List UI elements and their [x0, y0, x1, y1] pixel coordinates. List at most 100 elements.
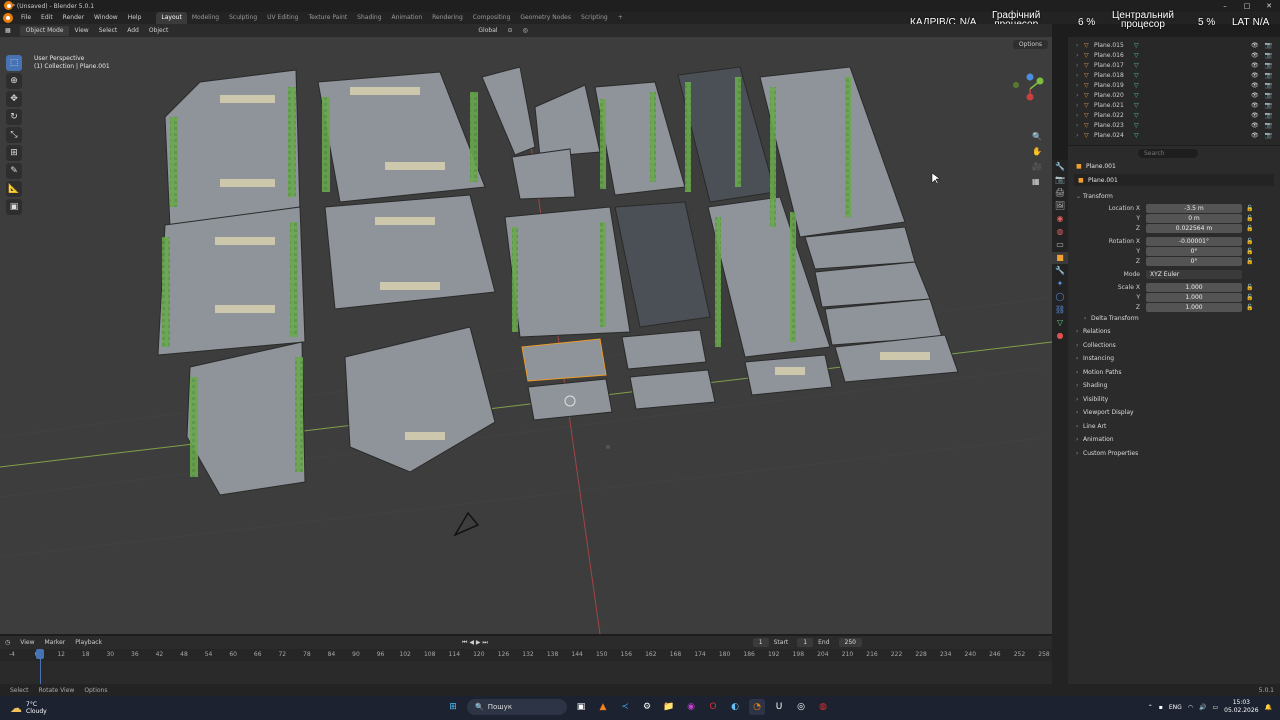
- playhead-handle[interactable]: [36, 649, 44, 659]
- lock-icon[interactable]: 🔓: [1246, 284, 1253, 291]
- move-tool-icon[interactable]: ✥: [6, 91, 22, 107]
- lock-icon[interactable]: 🔓: [1246, 248, 1253, 255]
- rotation-y-field[interactable]: 0°: [1146, 246, 1242, 256]
- outliner-item-name[interactable]: Plane.020: [1094, 92, 1134, 99]
- object-mode-dropdown[interactable]: Object Mode: [19, 25, 70, 36]
- language-indicator[interactable]: ENG: [1169, 704, 1182, 711]
- particles-tab-icon[interactable]: ✦: [1052, 278, 1068, 290]
- menu-render[interactable]: Render: [58, 12, 89, 24]
- frame-ruler[interactable]: -461218303642485460667278849096102108114…: [0, 649, 1052, 661]
- timeline-menu-playback[interactable]: Playback: [70, 639, 107, 646]
- outliner-row[interactable]: › ▽ Plane.022 ▽ 👁 📷: [1068, 110, 1280, 120]
- workspace-tab-sculpting[interactable]: Sculpting: [224, 12, 262, 24]
- physics-tab-icon[interactable]: ◯: [1052, 291, 1068, 303]
- lock-icon[interactable]: 🔓: [1246, 215, 1253, 222]
- outliner-row[interactable]: › ▽ Plane.019 ▽ 👁 📷: [1068, 80, 1280, 90]
- transform-section-header[interactable]: ⌄ Transform: [1068, 190, 1280, 203]
- lock-icon[interactable]: 🔓: [1246, 258, 1253, 265]
- expand-arrow-icon[interactable]: ›: [1076, 62, 1084, 69]
- view-layer-tab-icon[interactable]: 🖼: [1052, 200, 1068, 212]
- outliner-item-name[interactable]: Plane.018: [1094, 72, 1134, 79]
- visibility-toggle-icons[interactable]: 👁 📷: [1251, 122, 1274, 129]
- blender-menu-icon[interactable]: [3, 13, 13, 23]
- property-section-header[interactable]: › Motion Paths: [1068, 366, 1280, 380]
- viewport-menu-view[interactable]: View: [69, 24, 93, 37]
- property-section-header[interactable]: › Instancing: [1068, 352, 1280, 366]
- property-section-header[interactable]: › Viewport Display: [1068, 406, 1280, 420]
- outliner-row[interactable]: › ▽ Plane.023 ▽ 👁 📷: [1068, 120, 1280, 130]
- lock-icon[interactable]: 🔓: [1246, 205, 1253, 212]
- snap-icon[interactable]: ⊙: [503, 24, 518, 37]
- scale-x-field[interactable]: 1.000: [1146, 282, 1242, 292]
- expand-arrow-icon[interactable]: ›: [1076, 112, 1084, 119]
- rotate-tool-icon[interactable]: ↻: [6, 109, 22, 125]
- visibility-toggle-icons[interactable]: 👁 📷: [1251, 92, 1274, 99]
- menu-help[interactable]: Help: [123, 12, 147, 24]
- viewport-menu-add[interactable]: Add: [122, 24, 144, 37]
- properties-search-input[interactable]: Search: [1138, 148, 1198, 158]
- location-z-field[interactable]: 0.022564 m: [1146, 223, 1242, 233]
- editor-type-icon[interactable]: ▦: [0, 24, 16, 37]
- scale-tool-icon[interactable]: ⤡: [6, 127, 22, 143]
- pan-hand-icon[interactable]: ✋: [1032, 144, 1046, 159]
- expand-arrow-icon[interactable]: ›: [1076, 42, 1084, 49]
- material-tab-icon[interactable]: ●: [1052, 330, 1068, 342]
- outliner-item-name[interactable]: Plane.015: [1094, 42, 1134, 49]
- select-box-tool-icon[interactable]: ⬚: [6, 55, 22, 71]
- outliner-item-name[interactable]: Plane.016: [1094, 52, 1134, 59]
- rotation-z-field[interactable]: 0°: [1146, 256, 1242, 266]
- visibility-toggle-icons[interactable]: 👁 📷: [1251, 42, 1274, 49]
- property-section-header[interactable]: › Visibility: [1068, 393, 1280, 407]
- workspace-tab-uv-editing[interactable]: UV Editing: [262, 12, 303, 24]
- taskbar-search[interactable]: 🔍 Пошук: [467, 699, 567, 715]
- workspace-tab-animation[interactable]: Animation: [387, 12, 428, 24]
- outliner-row[interactable]: › ▽ Plane.015 ▽ 👁 📷: [1068, 40, 1280, 50]
- property-section-header[interactable]: › Custom Properties: [1068, 447, 1280, 461]
- menu-file[interactable]: File: [16, 12, 36, 24]
- expand-arrow-icon[interactable]: ›: [1076, 92, 1084, 99]
- play-controls[interactable]: ⏮ ◀ ▶ ⏭: [457, 639, 493, 647]
- outliner-row[interactable]: › ▽ Plane.021 ▽ 👁 📷: [1068, 100, 1280, 110]
- current-frame-field[interactable]: 1: [752, 638, 769, 647]
- outliner-item-name[interactable]: Plane.022: [1094, 112, 1134, 119]
- modifier-tab-icon[interactable]: 🔧: [1052, 265, 1068, 277]
- workspace-tab-layout[interactable]: Layout: [156, 12, 187, 24]
- transform-orientation-dropdown[interactable]: Global: [473, 24, 502, 37]
- visibility-toggle-icons[interactable]: 👁 📷: [1251, 72, 1274, 79]
- location-x-field[interactable]: -3.5 m: [1146, 203, 1242, 213]
- tool-tab-icon[interactable]: 🔧: [1052, 161, 1068, 173]
- battery-icon[interactable]: ▭: [1212, 704, 1218, 711]
- settings-gear-icon[interactable]: ⚙: [639, 699, 655, 715]
- tray-app-icon[interactable]: ▪: [1159, 704, 1163, 711]
- volume-icon[interactable]: 🔊: [1199, 704, 1206, 711]
- scale-y-field[interactable]: 1.000: [1146, 292, 1242, 302]
- visibility-toggle-icons[interactable]: 👁 📷: [1251, 82, 1274, 89]
- wifi-icon[interactable]: ◠: [1188, 704, 1193, 711]
- minimize-icon[interactable]: –: [1214, 0, 1236, 12]
- outliner-item-name[interactable]: Plane.017: [1094, 62, 1134, 69]
- world-tab-icon[interactable]: ◍: [1052, 226, 1068, 238]
- property-section-header[interactable]: › Shading: [1068, 379, 1280, 393]
- windows-start-icon[interactable]: ⊞: [445, 699, 461, 715]
- expand-arrow-icon[interactable]: ›: [1076, 132, 1084, 139]
- axis-gizmo-icon[interactable]: [1010, 67, 1046, 137]
- visibility-toggle-icons[interactable]: 👁 📷: [1251, 52, 1274, 59]
- maximize-icon[interactable]: □: [1236, 0, 1258, 12]
- expand-arrow-icon[interactable]: ›: [1076, 82, 1084, 89]
- render-tab-icon[interactable]: 📷: [1052, 174, 1068, 186]
- notifications-icon[interactable]: 🔔: [1265, 704, 1272, 711]
- object-tab-icon[interactable]: ■: [1052, 252, 1068, 264]
- workspace-tab-compositing[interactable]: Compositing: [468, 12, 516, 24]
- lock-icon[interactable]: 🔓: [1246, 238, 1253, 245]
- start-frame-field[interactable]: 1: [797, 638, 814, 647]
- object-datablock-row[interactable]: ■ Plane.001: [1074, 174, 1274, 186]
- navigation-gizmo[interactable]: 🔍 ✋ 🎥 ▦: [1010, 67, 1046, 189]
- outliner-item-name[interactable]: Plane.023: [1094, 122, 1134, 129]
- add-workspace-icon[interactable]: +: [613, 12, 628, 24]
- delta-transform-header[interactable]: › Delta Transform: [1068, 312, 1280, 325]
- grid-toggle-icon[interactable]: ▦: [1032, 174, 1046, 189]
- menu-edit[interactable]: Edit: [36, 12, 58, 24]
- location-y-field[interactable]: 0 m: [1146, 213, 1242, 223]
- visibility-toggle-icons[interactable]: 👁 📷: [1251, 112, 1274, 119]
- rotation-mode-dropdown[interactable]: XYZ Euler: [1146, 269, 1242, 279]
